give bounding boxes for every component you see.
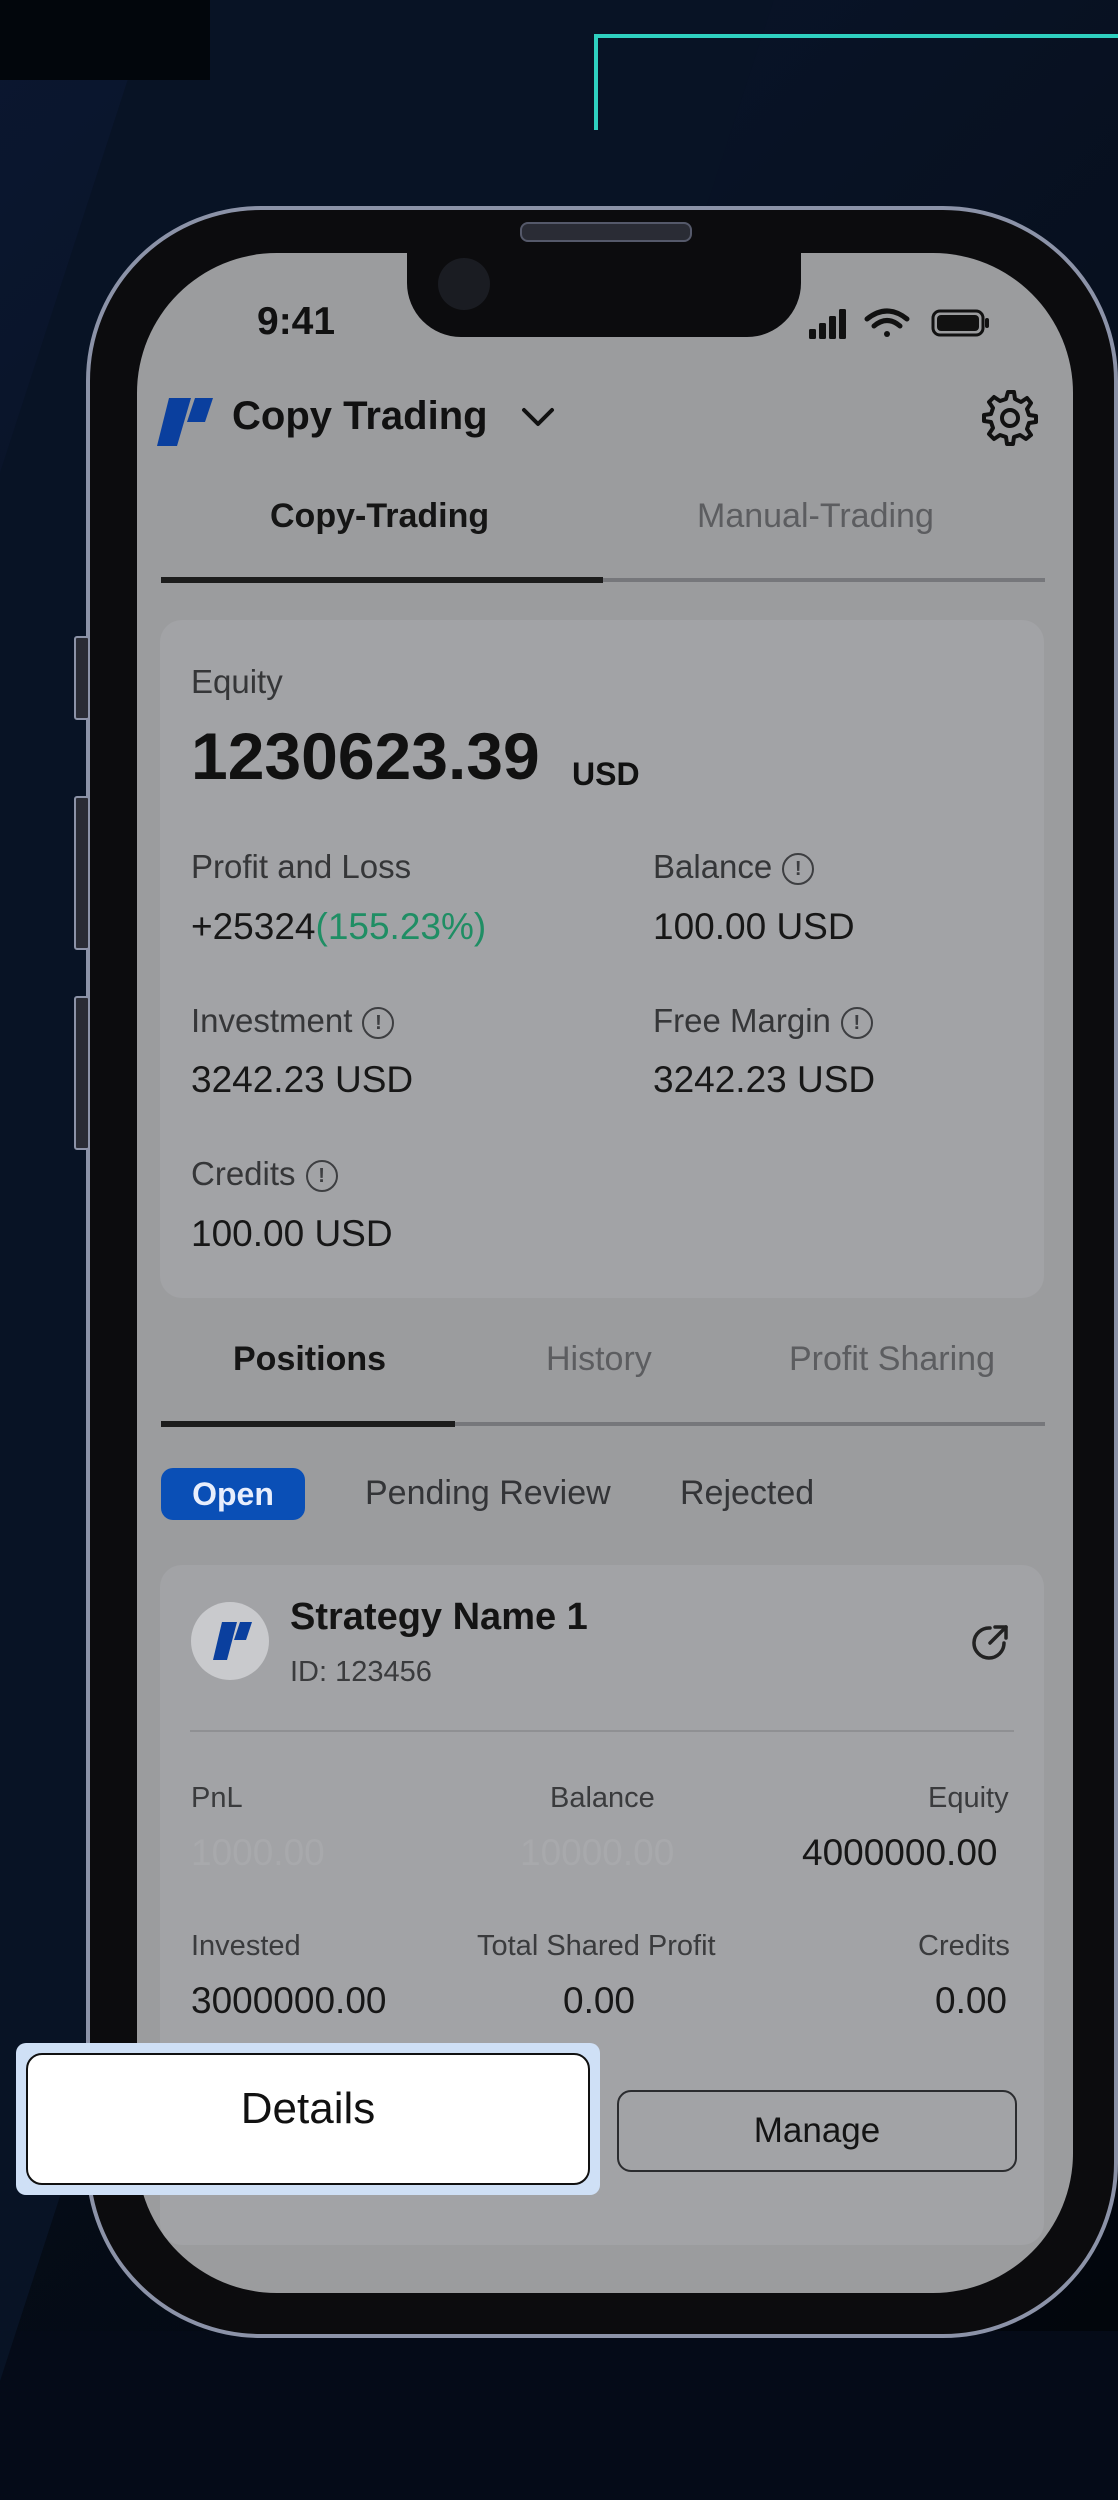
tab-manual-trading[interactable]: Manual-Trading <box>697 497 934 536</box>
balance-label: Balance <box>653 848 773 885</box>
strategy-balance-value: 10000.00 <box>520 1832 675 1873</box>
strategy-balance-label: Balance <box>550 1782 655 1814</box>
credits-label: Credits <box>191 1155 296 1192</box>
strategy-credits-label: Credits <box>918 1930 1010 1962</box>
pnl-label: Profit and Loss <box>191 848 412 885</box>
phone-volume-down <box>74 996 90 1150</box>
tab-indicator <box>161 577 603 583</box>
signal-icon <box>809 309 846 339</box>
balance-value: 100.00 USD <box>653 906 855 947</box>
phone-volume-up <box>74 796 90 950</box>
free-margin-label: Free Margin <box>653 1002 831 1039</box>
strategy-shared-value: 0.00 <box>563 1980 636 2021</box>
strategy-invested-label: Invested <box>191 1930 301 1962</box>
credits-value: 100.00 USD <box>191 1213 393 1254</box>
manage-button[interactable]: Manage <box>617 2090 1017 2172</box>
balance-label-row: Balance! <box>653 848 815 886</box>
phone-speaker <box>520 222 692 242</box>
details-button[interactable]: Details <box>26 2053 590 2185</box>
app-title[interactable]: Copy Trading <box>232 394 488 439</box>
strategy-name: Strategy Name 1 <box>290 1596 588 1638</box>
sub-tab-indicator <box>161 1421 455 1427</box>
gear-icon[interactable] <box>982 390 1038 446</box>
strategy-id: ID: 123456 <box>290 1656 432 1688</box>
strategy-pnl-label: PnL <box>191 1782 243 1814</box>
info-icon[interactable]: ! <box>840 1007 873 1040</box>
status-icons <box>809 308 989 339</box>
filter-pending-review[interactable]: Pending Review <box>365 1474 611 1513</box>
tab-profit-sharing[interactable]: Profit Sharing <box>789 1340 995 1379</box>
filter-rejected[interactable]: Rejected <box>680 1474 814 1513</box>
strategy-credits-value: 0.00 <box>935 1980 1008 2021</box>
background-corner <box>0 0 210 80</box>
strategy-shared-label: Total Shared Profit <box>477 1930 716 1962</box>
equity-label: Equity <box>191 663 283 700</box>
camera <box>438 258 490 310</box>
info-icon[interactable]: ! <box>782 853 815 886</box>
details-button-highlight: Details <box>16 2043 600 2195</box>
pnl-value: +25324 <box>191 906 316 947</box>
info-icon[interactable]: ! <box>362 1007 395 1040</box>
tab-history[interactable]: History <box>546 1340 652 1379</box>
investment-value: 3242.23 USD <box>191 1059 414 1100</box>
wifi-icon <box>864 308 910 337</box>
equity-unit: USD <box>572 756 640 792</box>
credits-label-row: Credits! <box>191 1155 338 1193</box>
tab-positions[interactable]: Positions <box>233 1340 386 1379</box>
strategy-equity-label: Equity <box>928 1782 1009 1814</box>
tab-copy-trading[interactable]: Copy-Trading <box>270 497 489 536</box>
info-icon[interactable]: ! <box>305 1160 338 1193</box>
equity-value: 1230623.39 <box>191 719 540 793</box>
investment-label: Investment <box>191 1002 353 1039</box>
pnl-percent: (155.23%) <box>315 906 487 947</box>
free-margin-label-row: Free Margin! <box>653 1002 873 1040</box>
strategy-divider <box>190 1730 1014 1732</box>
battery-icon <box>931 309 989 337</box>
chevron-down-icon[interactable] <box>518 402 558 432</box>
strategy-avatar <box>191 1602 269 1680</box>
strategy-pnl-value: 1000.00 <box>191 1832 325 1873</box>
filter-open[interactable]: Open <box>161 1468 305 1520</box>
phone-mute-switch <box>74 636 90 720</box>
pnl-value-row: +25324(155.23%) <box>191 906 486 948</box>
investment-label-row: Investment! <box>191 1002 395 1040</box>
app-logo-icon <box>157 398 213 446</box>
app-logo-icon <box>213 1622 252 1660</box>
strategy-equity-value: 4000000.00 <box>802 1832 998 1873</box>
decorative-teal-line <box>594 34 1118 130</box>
external-link-icon[interactable] <box>968 1621 1012 1665</box>
strategy-invested-value: 3000000.00 <box>191 1980 387 2021</box>
free-margin-value: 3242.23 USD <box>653 1059 876 1100</box>
status-time: 9:41 <box>257 300 336 343</box>
